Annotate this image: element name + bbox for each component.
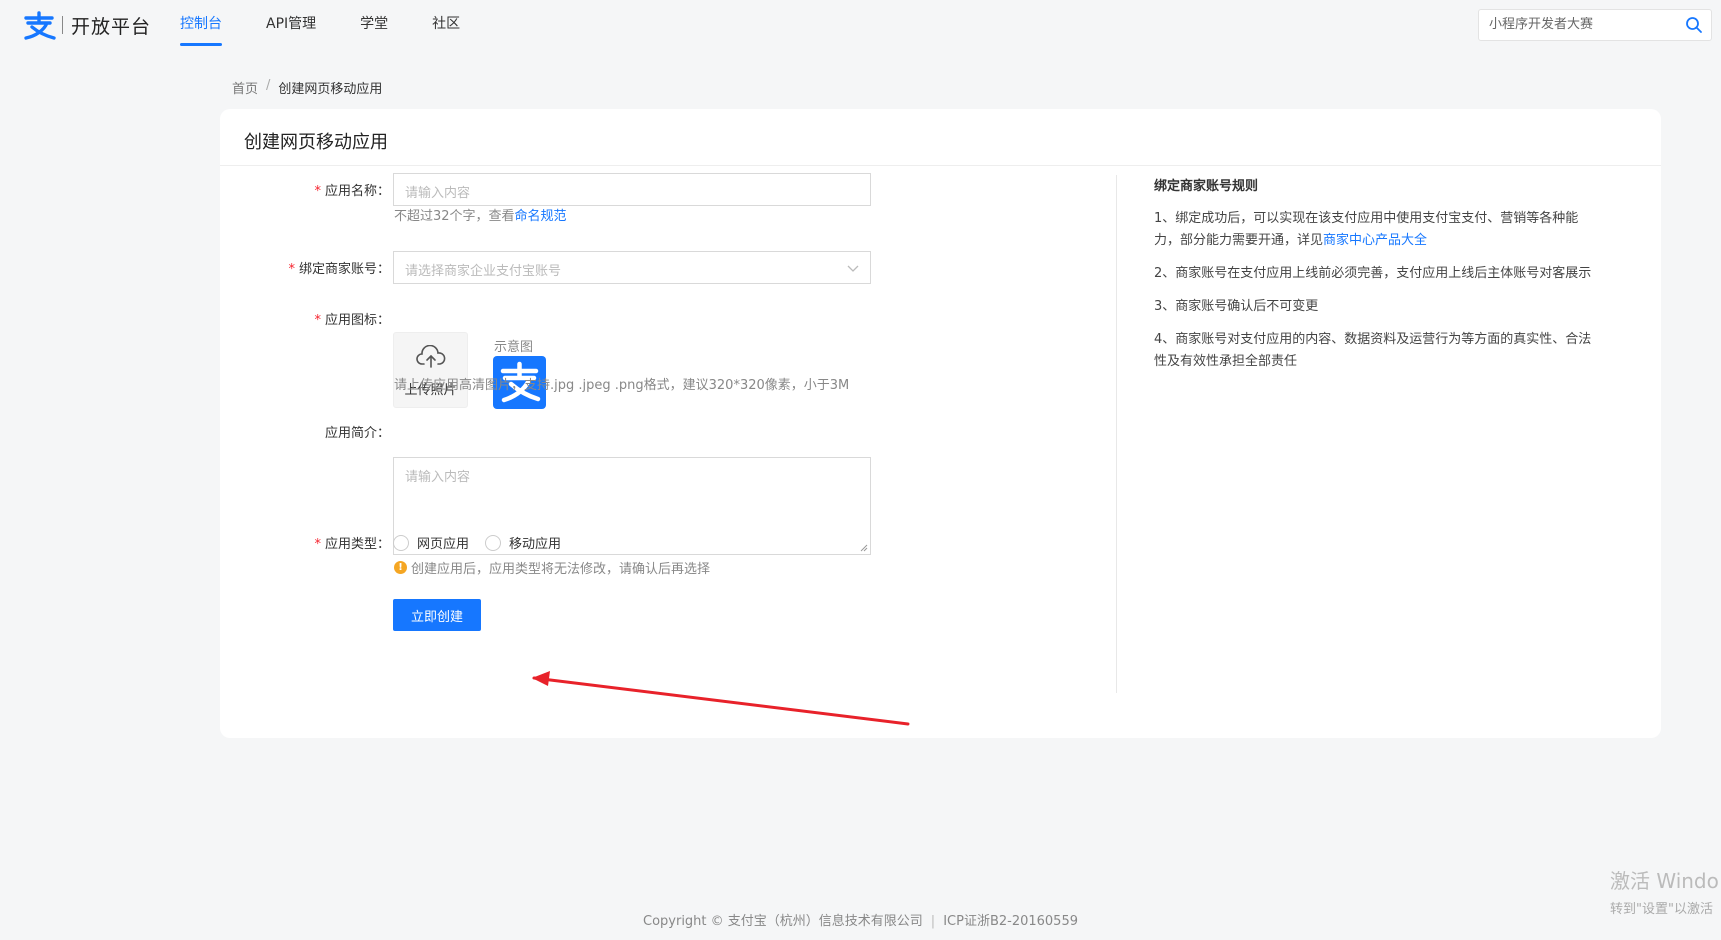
search-icon[interactable] xyxy=(1685,16,1703,34)
resize-grip-icon[interactable] xyxy=(860,544,868,552)
merchant-label: * 绑定商家账号： xyxy=(220,258,390,277)
merchant-rules-panel: 绑定商家账号规则 1、绑定成功后，可以实现在该支付应用中使用支付宝支付、营销等各… xyxy=(1154,175,1604,384)
annotation-arrow xyxy=(532,671,910,726)
card-divider xyxy=(220,165,1661,166)
app-name-help-text: 不超过32个字，查看 xyxy=(394,209,515,224)
footer-icp[interactable]: ICP证浙B2-20160559 xyxy=(943,914,1078,929)
icon-label-text: 应用图标： xyxy=(324,313,390,328)
logo-text: 开放平台 xyxy=(71,15,152,38)
rule-item-3: 3、商家账号确认后不可变更 xyxy=(1154,299,1319,314)
logo[interactable]: 开放平台 xyxy=(22,10,151,40)
rule-item-1: 1、绑定成功后，可以实现在该支付应用中使用支付宝支付、营销等各种能力，部分能力需… xyxy=(1154,208,1604,252)
upload-photo-button[interactable]: 上传照片 xyxy=(393,332,468,408)
app-name-help: 不超过32个字，查看命名规范 xyxy=(394,205,567,224)
merchant-label-text: 绑定商家账号： xyxy=(298,262,390,277)
watermark-line-1: 激活 Windo xyxy=(1610,869,1719,893)
intro-placeholder: 请输入内容 xyxy=(405,470,471,485)
chevron-down-icon xyxy=(847,265,859,272)
nav-item-console[interactable]: 控制台 xyxy=(180,0,222,48)
radio-circle[interactable] xyxy=(485,534,502,551)
top-header: 开放平台 控制台 API管理 学堂 社区 xyxy=(0,0,1721,50)
logo-divider xyxy=(62,16,63,34)
breadcrumb-home[interactable]: 首页 xyxy=(232,78,258,97)
create-app-card: 创建网页移动应用 * 应用名称： 请输入内容 不超过32个字，查看命名规范 * 绑定… xyxy=(220,109,1661,738)
rules-title: 绑定商家账号规则 xyxy=(1154,179,1259,194)
breadcrumb: 首页 / 创建网页移动应用 xyxy=(232,78,382,97)
watermark-line-2: 转到"设置"以激活 xyxy=(1610,902,1713,917)
sample-label: 示意图 xyxy=(494,340,534,355)
type-warning-text: 创建应用后，应用类型将无法修改，请确认后再选择 xyxy=(411,562,711,577)
naming-rules-link[interactable]: 命名规范 xyxy=(515,209,567,224)
type-label: * 应用类型： xyxy=(220,533,390,552)
breadcrumb-current: 创建网页移动应用 xyxy=(278,82,383,97)
type-label-text: 应用类型： xyxy=(324,537,390,552)
rule-item-2: 2、商家账号在支付应用上线前必须完善，支付应用上线后主体账号对客展示 xyxy=(1154,266,1592,281)
required-mark: * xyxy=(314,313,321,328)
intro-label: 应用简介： xyxy=(220,422,390,441)
create-now-button[interactable]: 立即创建 xyxy=(393,599,481,631)
main-nav: 控制台 API管理 学堂 社区 xyxy=(180,0,504,48)
breadcrumb-separator: / xyxy=(266,78,271,93)
radio-mobile-app[interactable]: 移动应用 xyxy=(485,533,561,552)
merchant-center-products-link[interactable]: 商家中心产品大全 xyxy=(1323,233,1427,248)
app-type-radio-group: 网页应用 移动应用 xyxy=(393,533,577,552)
footer-separator: | xyxy=(930,914,936,929)
radio-web-app[interactable]: 网页应用 xyxy=(393,533,469,552)
radio-web-app-label: 网页应用 xyxy=(417,537,470,552)
radio-mobile-app-label: 移动应用 xyxy=(509,537,562,552)
nav-item-community[interactable]: 社区 xyxy=(432,0,460,48)
merchant-select[interactable]: 请选择商家企业支付宝账号 xyxy=(393,251,871,284)
type-warning: ! 创建应用后，应用类型将无法修改，请确认后再选择 xyxy=(394,558,710,577)
nav-item-api[interactable]: API管理 xyxy=(266,0,316,48)
icon-label: * 应用图标： xyxy=(220,309,390,328)
rule-item-4: 4、商家账号对支付应用的内容、数据资料及运营行为等方面的真实性、合法性及有效性承… xyxy=(1154,332,1592,369)
nav-item-academy[interactable]: 学堂 xyxy=(360,0,388,48)
windows-activation-watermark: 激活 Windo 转到"设置"以激活 xyxy=(1610,865,1719,917)
radio-circle[interactable] xyxy=(393,534,409,551)
search-box xyxy=(1478,9,1712,41)
warning-icon: ! xyxy=(394,561,407,574)
app-name-label: * 应用名称： xyxy=(220,180,390,199)
required-mark: * xyxy=(314,184,321,199)
search-input[interactable] xyxy=(1489,17,1669,32)
app-name-label-text: 应用名称： xyxy=(324,184,390,199)
required-mark: * xyxy=(314,537,321,552)
merchant-placeholder: 请选择商家企业支付宝账号 xyxy=(405,264,562,279)
footer: Copyright © 支付宝（杭州）信息技术有限公司 | ICP证浙B2-2016… xyxy=(0,910,1721,929)
column-divider xyxy=(1116,175,1117,693)
upload-cloud-icon xyxy=(416,345,446,368)
required-mark: * xyxy=(288,262,295,277)
app-name-placeholder: 请输入内容 xyxy=(405,186,471,201)
alipay-logo-icon xyxy=(24,11,56,40)
page-title: 创建网页移动应用 xyxy=(244,132,388,153)
intro-label-text: 应用简介： xyxy=(324,426,390,441)
footer-copyright: Copyright © 支付宝（杭州）信息技术有限公司 xyxy=(643,914,923,929)
app-name-input[interactable]: 请输入内容 xyxy=(393,173,871,206)
icon-help: 请上传应用高清图片，支持.jpg .jpeg .png格式，建议320*320像… xyxy=(394,378,850,393)
